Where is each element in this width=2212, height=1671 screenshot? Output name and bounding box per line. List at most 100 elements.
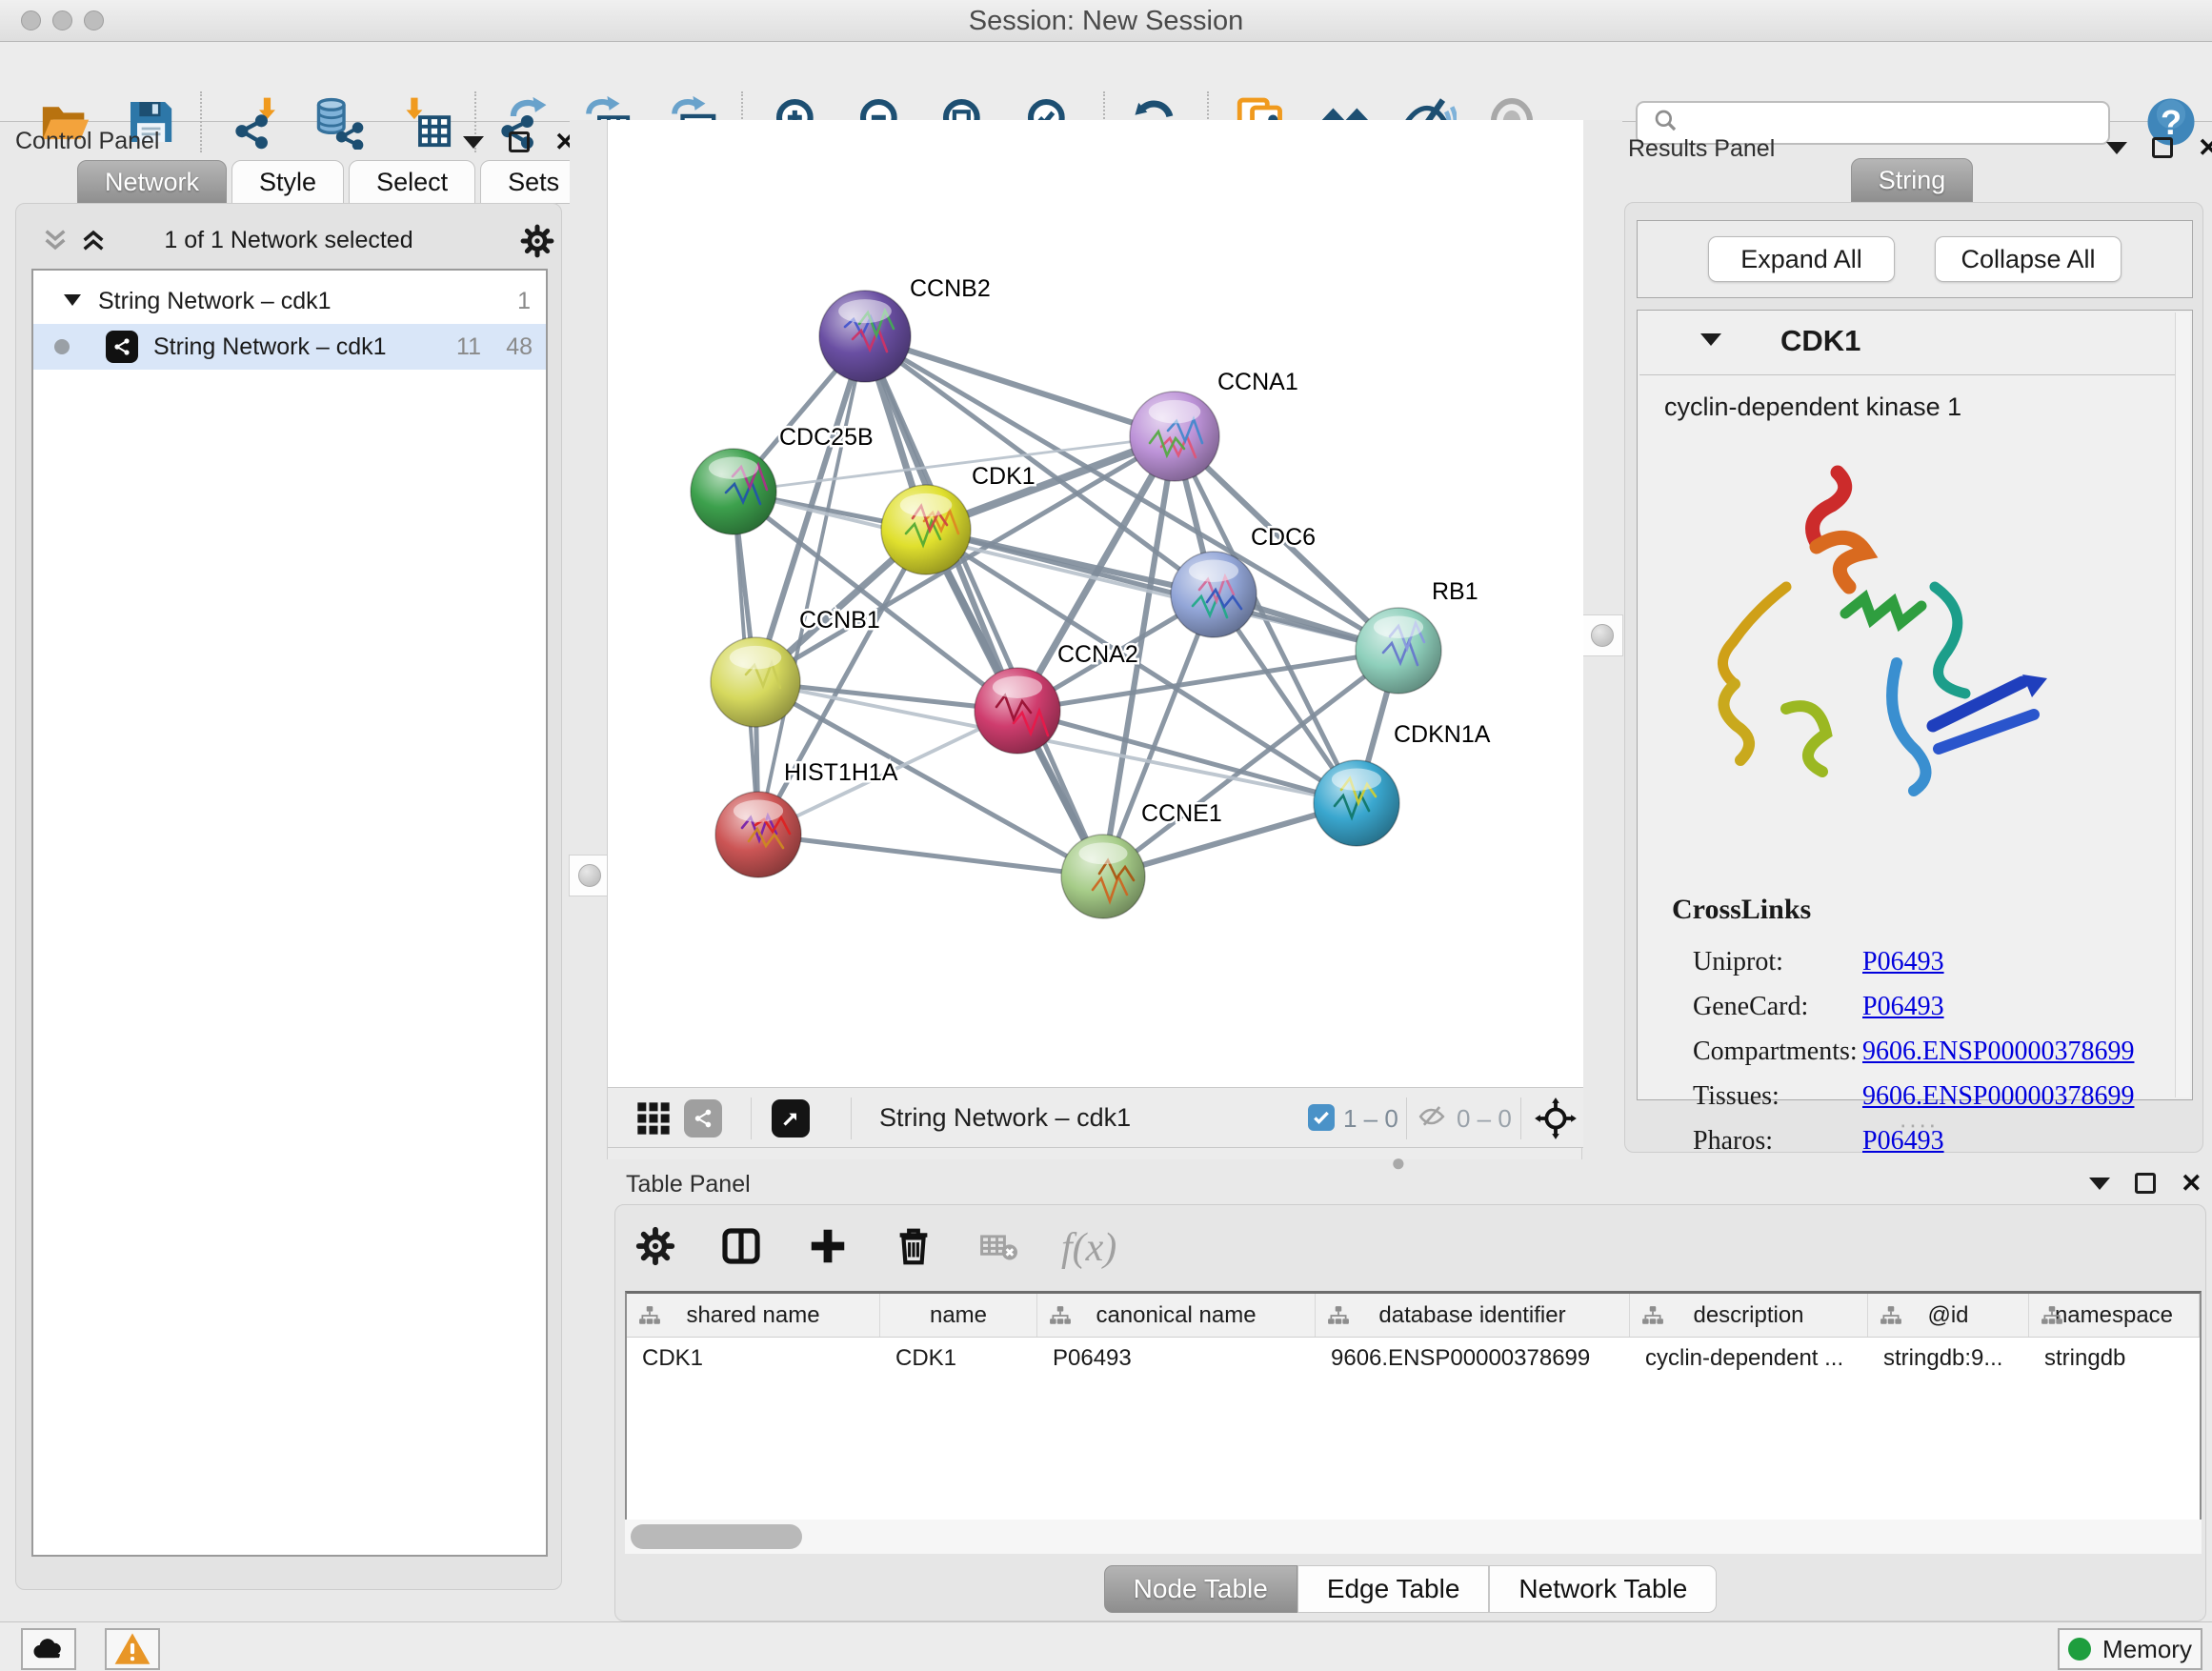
control-panel-tabs: NetworkStyleSelectSets: [77, 160, 592, 204]
results-panel-maximize-icon[interactable]: [2152, 137, 2173, 158]
network-selection-status: 1 of 1 Network selected: [16, 227, 561, 254]
node-gloss: [730, 646, 782, 669]
results-actions: Expand All Collapse All: [1637, 220, 2193, 298]
crosslink-row: Compartments:9606.ENSP00000378699: [1672, 1029, 2134, 1074]
cell-name: CDK1: [880, 1338, 1037, 1379]
crosslink-link[interactable]: 9606.ENSP00000378699: [1862, 1081, 2134, 1112]
cell-shared-name: CDK1: [627, 1338, 880, 1379]
table-panel-title: Table Panel: [626, 1171, 751, 1198]
column-header-label: namespace: [2055, 1302, 2173, 1329]
memory-button[interactable]: Memory: [2058, 1628, 2202, 1670]
tab-network-table[interactable]: Network Table: [1489, 1565, 1717, 1613]
node-label-CCNB2: CCNB2: [910, 275, 991, 302]
collapse-all-button[interactable]: Collapse All: [1935, 236, 2122, 282]
crosslink-row: GeneCard:P06493: [1672, 984, 2134, 1029]
table-settings-gear-icon[interactable]: [634, 1225, 676, 1272]
table-row[interactable]: CDK1CDK1P064939606.ENSP00000378699cyclin…: [627, 1338, 2200, 1379]
column-header-database-identifier[interactable]: database identifier: [1316, 1294, 1630, 1337]
table-hscrollbar[interactable]: [625, 1520, 2202, 1554]
node-table-body: f(x) shared namenamecanonical name databa…: [614, 1204, 2206, 1621]
show-columns-icon[interactable]: [718, 1223, 764, 1274]
tab-string[interactable]: String: [1851, 158, 1974, 202]
gene-section-header[interactable]: CDK1: [1639, 312, 2177, 375]
network-collection-row[interactable]: String Network – cdk1 1: [33, 278, 546, 324]
node-gloss: [838, 299, 892, 323]
collection-expander-icon[interactable]: [62, 288, 83, 315]
node-gloss: [993, 676, 1042, 698]
delete-column-trash-icon[interactable]: [892, 1224, 935, 1273]
network-view-region: CCNB2CCNA1CDC25BCDK1CDC6RB1CCNB1CCNA2CDK…: [607, 120, 1582, 1159]
results-panel-float-icon[interactable]: [2106, 142, 2127, 154]
network-canvas[interactable]: CCNB2CCNA1CDC25BCDK1CDC6RB1CCNB1CCNA2CDK…: [608, 120, 1583, 1087]
string-network-icon: [106, 331, 138, 363]
table-panel-float-icon[interactable]: [2089, 1178, 2110, 1190]
table-panel-maximize-icon[interactable]: [2135, 1173, 2156, 1194]
main-toolbar: ?: [0, 42, 2212, 122]
network-tree: String Network – cdk1 1 String Network –…: [31, 269, 548, 1557]
warnings-button[interactable]: [105, 1628, 160, 1670]
birdseye-toggle-icon[interactable]: [772, 1099, 810, 1137]
delete-table-icon: [977, 1225, 1019, 1272]
network-options-gear-icon[interactable]: [519, 223, 555, 264]
node-gloss: [734, 800, 783, 822]
gene-description: cyclin-dependent kinase 1: [1664, 393, 1961, 422]
crosslink-link[interactable]: 9606.ENSP00000378699: [1862, 1037, 2134, 1067]
fit-selected-crosshair-icon[interactable]: [1534, 1097, 1578, 1145]
expand-all-button[interactable]: Expand All: [1708, 236, 1895, 282]
gene-section: CDK1 cyclin-dependent kinase 1: [1637, 310, 2193, 1100]
column-header-namespace[interactable]: namespace: [2029, 1294, 2200, 1337]
selected-checkbox-icon[interactable]: [1308, 1104, 1335, 1131]
table-panel: Table Panel ✕: [614, 1159, 2206, 1621]
selected-nodes-counter: 1 – 0: [1343, 1104, 1398, 1134]
control-panel-maximize-icon[interactable]: [509, 131, 530, 152]
add-column-plus-icon[interactable]: [806, 1224, 850, 1273]
control-panel-float-icon[interactable]: [463, 136, 484, 149]
crosslink-link[interactable]: P06493: [1862, 992, 1944, 1022]
column-header-shared-name[interactable]: shared name: [627, 1294, 880, 1337]
tab-edge-table[interactable]: Edge Table: [1297, 1565, 1490, 1613]
grid-view-icon[interactable]: [634, 1099, 673, 1142]
crosslink-label: Tissues:: [1672, 1081, 1862, 1112]
column-header-label: database identifier: [1378, 1302, 1565, 1329]
crosslink-label: Uniprot:: [1672, 947, 1862, 977]
column-header-description[interactable]: description: [1630, 1294, 1868, 1337]
column-header-name[interactable]: name: [880, 1294, 1037, 1337]
tab-select[interactable]: Select: [349, 160, 475, 204]
network-view-title: String Network – cdk1: [879, 1103, 1131, 1133]
toolbar-separator: [1406, 1097, 1407, 1139]
network-node-count: 11: [456, 333, 481, 361]
column-header-canonical-name[interactable]: canonical name: [1037, 1294, 1316, 1337]
crosslink-row: Uniprot:P06493: [1672, 939, 2134, 984]
table-toolbar: f(x): [634, 1215, 1116, 1281]
string-results-body: Expand All Collapse All CDK1 cyclin-depe…: [1624, 202, 2203, 1153]
node-gloss: [1149, 400, 1201, 423]
table-hscrollbar-thumb[interactable]: [631, 1524, 802, 1549]
left-splitter-collapse-handle[interactable]: [569, 855, 611, 896]
hidden-eye-icon: [1416, 1102, 1448, 1136]
gene-expander-icon[interactable]: [1700, 333, 1721, 346]
right-splitter-collapse-handle[interactable]: [1581, 614, 1623, 656]
node-label-CDK1: CDK1: [972, 463, 1036, 490]
left-splitter[interactable]: [570, 120, 607, 1159]
results-scrollbar[interactable]: [2175, 312, 2190, 1097]
results-panel: Results Panel ✕ String Expand All Collap…: [1622, 120, 2206, 1159]
results-splitter-handle[interactable]: ∙∙∙∙: [1900, 1110, 1939, 1139]
memory-label: Memory: [2102, 1635, 2192, 1664]
tab-node-table[interactable]: Node Table: [1104, 1565, 1297, 1613]
column-header--id[interactable]: @id: [1868, 1294, 2029, 1337]
tab-network[interactable]: Network: [77, 160, 227, 204]
tab-style[interactable]: Style: [231, 160, 344, 204]
node-gloss: [1332, 769, 1381, 791]
crosslink-link[interactable]: P06493: [1862, 947, 1944, 977]
collection-label: String Network – cdk1: [98, 288, 332, 315]
cloud-button[interactable]: [21, 1628, 76, 1670]
table-tabs: Node TableEdge TableNetwork Table: [615, 1565, 2205, 1613]
cell-namespace: stringdb: [2029, 1338, 2200, 1379]
node-gloss: [900, 493, 953, 516]
string-style-icon[interactable]: [684, 1099, 722, 1137]
title-bar: Session: New Session: [0, 0, 2212, 42]
results-panel-close-icon[interactable]: ✕: [2198, 137, 2212, 158]
network-row[interactable]: String Network – cdk1 11 48: [33, 324, 546, 370]
table-panel-close-icon[interactable]: ✕: [2181, 1173, 2202, 1194]
network-label: String Network – cdk1: [153, 333, 387, 361]
